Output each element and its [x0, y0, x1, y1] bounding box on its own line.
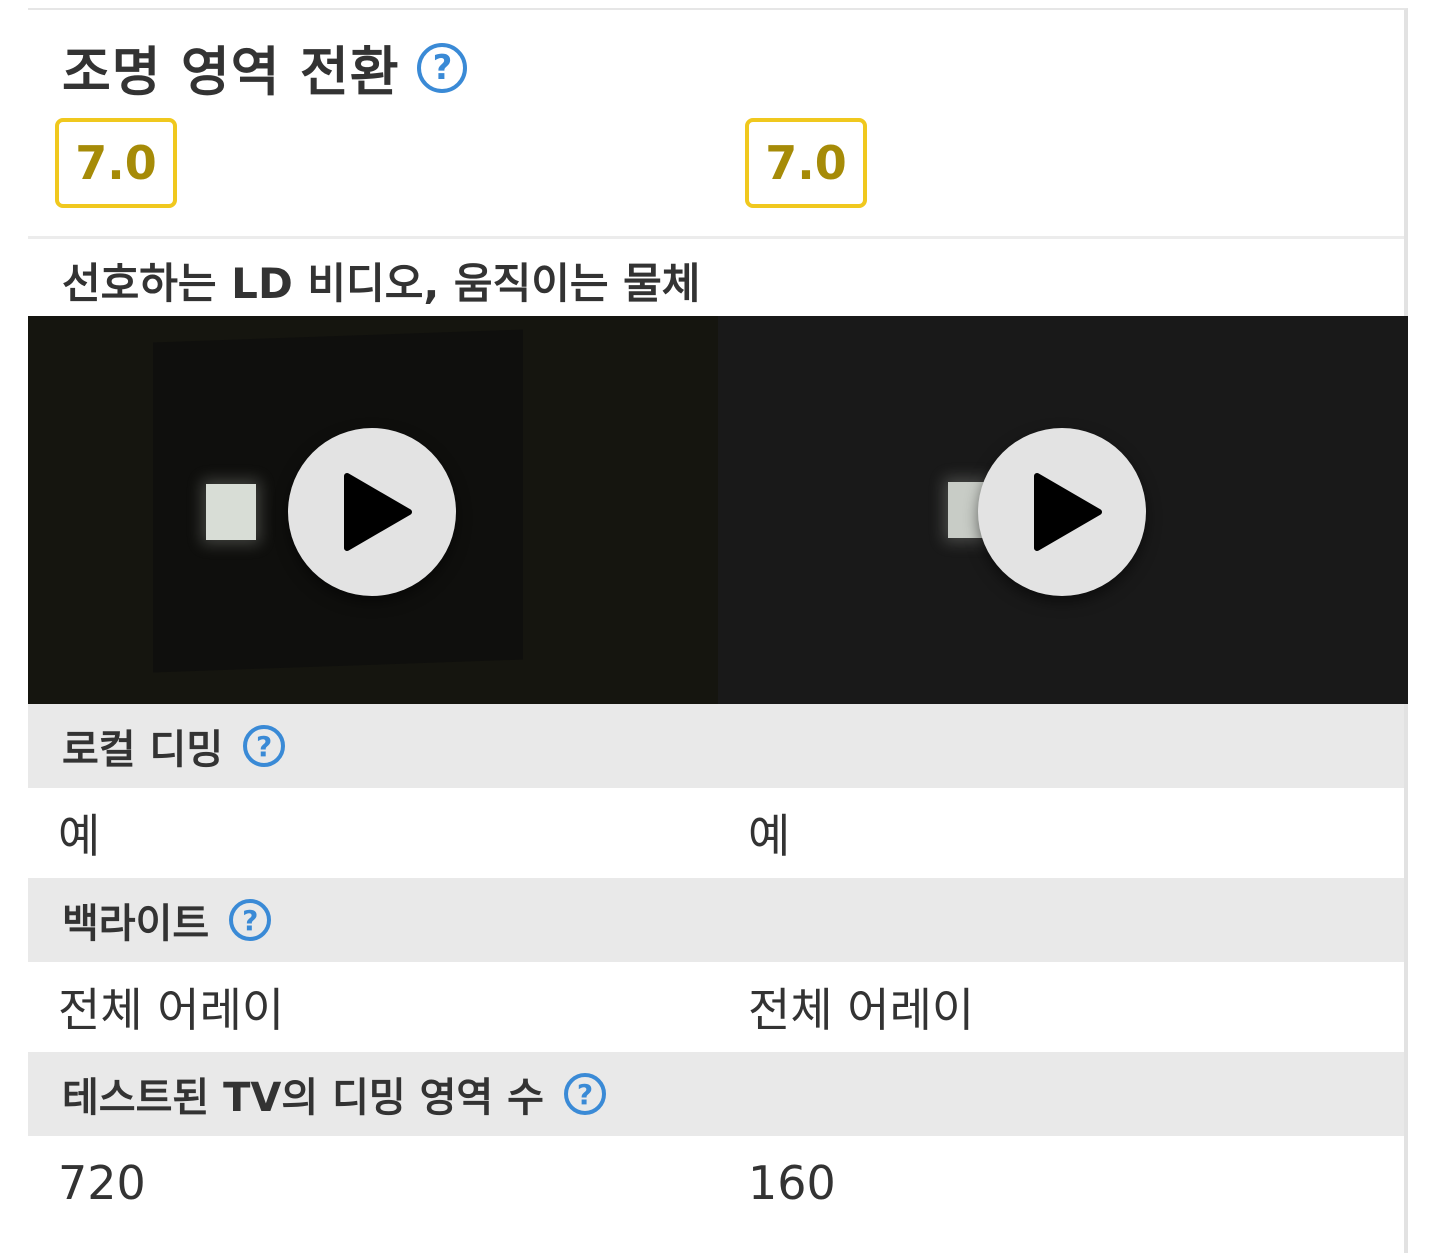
- row-values-backlight: 전체 어레이 전체 어레이: [28, 962, 1404, 1052]
- row-values-dimming-zones: 720 160: [28, 1138, 1404, 1228]
- score-badge-right: 7.0: [745, 118, 867, 208]
- value-left: 720: [58, 1156, 146, 1210]
- row-header-dimming-zones: 테스트된 TV의 디밍 영역 수 ?: [28, 1052, 1404, 1136]
- moving-object: [206, 484, 256, 540]
- value-left: 예: [58, 809, 101, 863]
- row-header-local-dimming: 로컬 디밍 ?: [28, 704, 1404, 788]
- row-label: 로컬 디밍: [62, 727, 224, 773]
- value-right: 160: [748, 1156, 836, 1210]
- comparison-panel: 조명 영역 전환 ? 7.0 7.0 선호하는 LD 비디오, 움직이는 물체: [28, 8, 1408, 1253]
- row-values-local-dimming: 예 예: [28, 788, 1404, 878]
- play-icon: [344, 473, 412, 551]
- video-player-left[interactable]: [28, 316, 718, 704]
- help-icon[interactable]: ?: [243, 725, 286, 767]
- row-label: 테스트된 TV의 디밍 영역 수: [62, 1075, 544, 1121]
- play-button[interactable]: [288, 428, 456, 596]
- value-right: 전체 어레이: [748, 983, 975, 1037]
- score-badge-left: 7.0: [55, 118, 177, 208]
- help-icon[interactable]: ?: [417, 43, 468, 93]
- row-header-backlight: 백라이트 ?: [28, 878, 1404, 962]
- video-strip: [28, 316, 1408, 704]
- help-icon[interactable]: ?: [563, 1073, 606, 1115]
- value-right: 예: [748, 809, 791, 863]
- section-title: 조명 영역 전환: [62, 42, 400, 103]
- play-icon: [1034, 473, 1102, 551]
- help-icon[interactable]: ?: [229, 899, 272, 941]
- section-header: 조명 영역 전환 ?: [62, 30, 468, 106]
- play-button[interactable]: [978, 428, 1146, 596]
- row-label: 백라이트: [62, 901, 210, 947]
- video-section-title: 선호하는 LD 비디오, 움직이는 물체: [62, 259, 701, 308]
- video-player-right[interactable]: [718, 316, 1408, 704]
- value-left: 전체 어레이: [58, 983, 285, 1037]
- divider: [28, 236, 1404, 239]
